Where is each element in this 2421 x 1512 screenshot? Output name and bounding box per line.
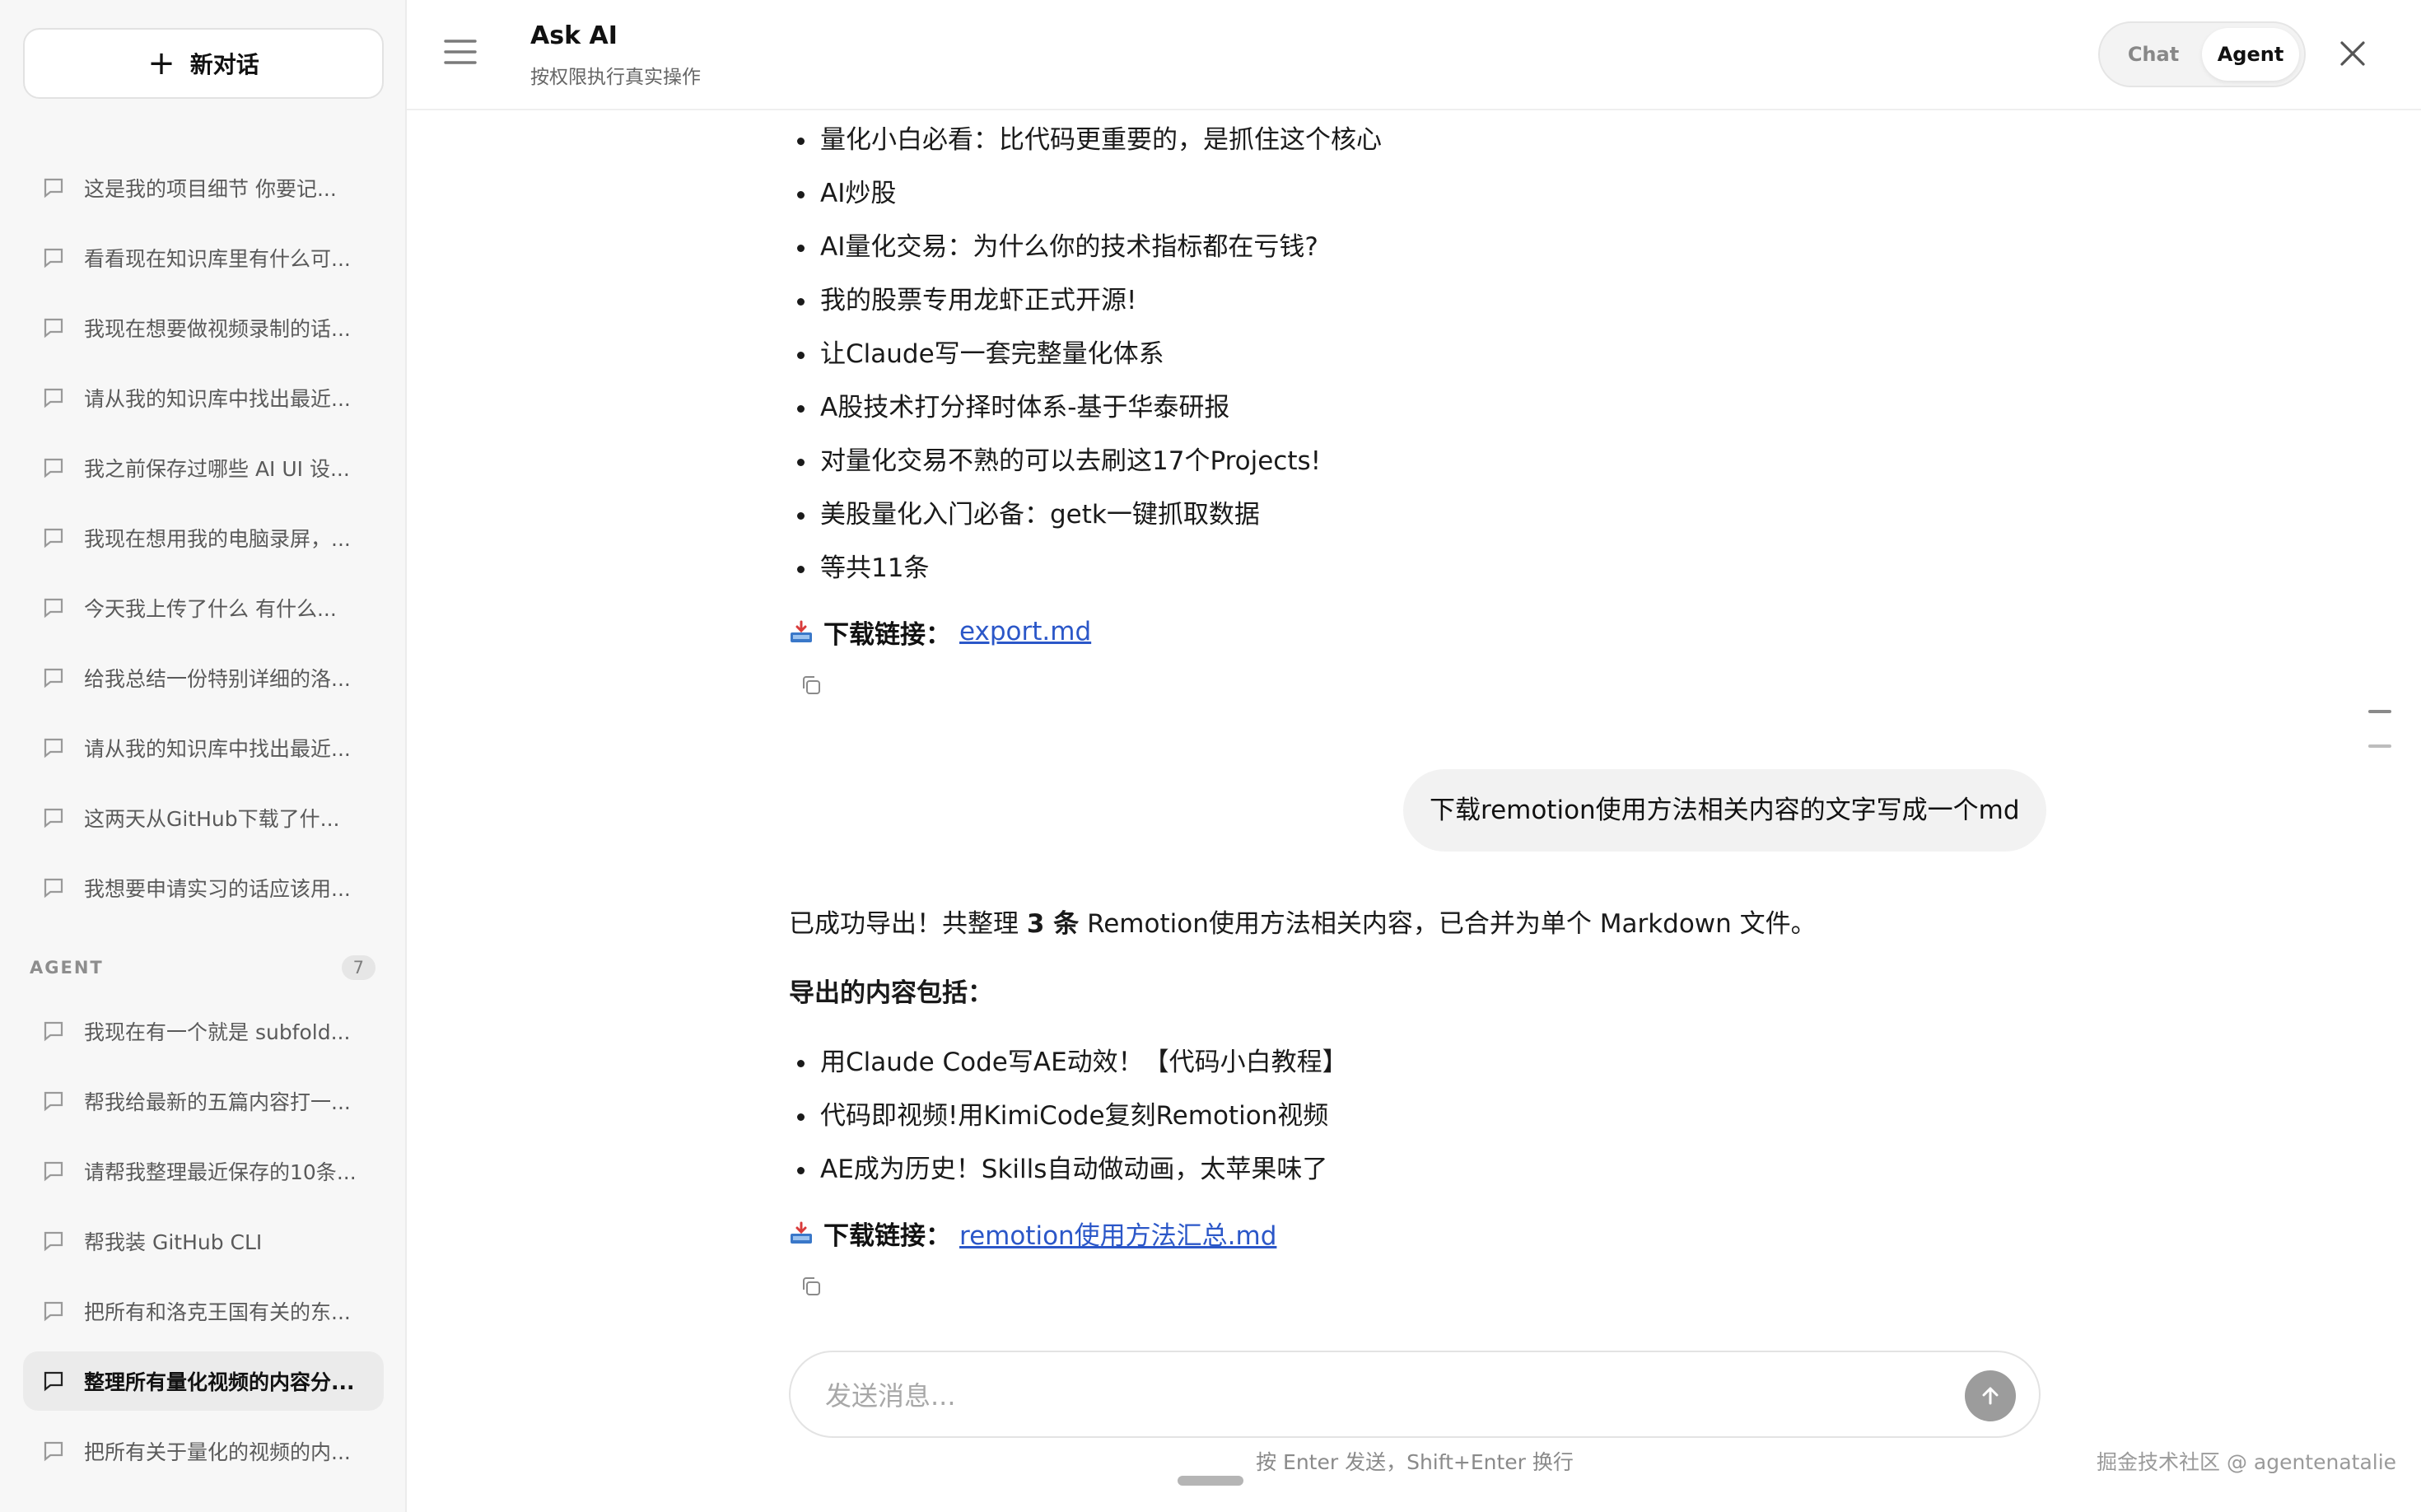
chat-bubble-icon [44, 738, 63, 758]
page-subtitle: 按权限执行真实操作 [530, 67, 701, 88]
agent-section-header: AGENT 7 [30, 955, 376, 980]
list-item: 美股量化入门必备：getk一键抓取数据 [789, 490, 2041, 544]
download-label: 下载链接： [823, 619, 951, 650]
list-item: 代码即视频!用KimiCode复刻Remotion视频 [789, 1091, 1817, 1145]
agent-history-list: 我现在有一个就是 subfold... 帮我给最新的五篇内容打一... 请帮我整… [23, 1001, 384, 1491]
sidebar: + 新对话 这是我的项目细节 你要记... 看看现在知识库里有什么可... 我现… [0, 0, 407, 1512]
agent-history-item[interactable]: 把所有和洛克王国有关的东... [23, 1281, 384, 1341]
copy-button[interactable] [800, 674, 2041, 696]
chat-bubble-icon [44, 1021, 63, 1042]
assistant-reply: 已成功导出！共整理 3 条 Remotion使用方法相关内容，已合并为单个 Ma… [789, 899, 1817, 1297]
mode-chat-button[interactable]: Chat [2105, 28, 2202, 81]
mode-agent-button[interactable]: Agent [2202, 28, 2299, 81]
chat-bubble-icon [44, 458, 63, 478]
export-md-link[interactable]: export.md [959, 617, 1091, 646]
remotion-md-link[interactable]: remotion使用方法汇总.md [959, 1215, 1276, 1252]
plus-icon: + [147, 44, 175, 82]
download-label: 下载链接： [823, 1220, 951, 1251]
chat-bubble-icon [44, 598, 63, 618]
chat-bubble-icon [44, 388, 63, 408]
reply-heading: 导出的内容包括： [789, 978, 993, 1008]
agent-count-badge: 7 [341, 955, 376, 980]
chat-bubble-icon [44, 878, 63, 898]
scroll-indicator[interactable] [2368, 710, 2391, 779]
list-item: AE成为历史！Skills自动做动画，太苹果味了 [789, 1145, 1817, 1198]
arrow-up-icon [1982, 1387, 1999, 1405]
chat-history-item[interactable]: 看看现在知识库里有什么可... [23, 228, 384, 287]
list-item: 让Claude写一套完整量化体系 [789, 329, 2041, 383]
scroll-mark [2368, 744, 2391, 748]
chat-bubble-icon [44, 1231, 63, 1252]
list-item: A股技术打分择时体系-基于华泰研报 [789, 383, 2041, 436]
list-item: 我的股票专用龙虾正式开源! [789, 276, 2041, 329]
chat-bubble-icon [44, 1441, 63, 1462]
download-line: 下载链接： export.md [789, 607, 2041, 656]
chat-bubble-icon [44, 178, 63, 198]
header: Ask AI 按权限执行真实操作 Chat Agent [407, 0, 2421, 110]
list-item: 量化小白必看：比代码更重要的，是抓住这个核心 [789, 115, 2041, 169]
agent-history-item[interactable]: 请帮我整理最近保存的10条... [23, 1141, 384, 1201]
chat-history-item[interactable]: 我现在想用我的电脑录屏，... [23, 508, 384, 567]
list-item: AI量化交易：为什么你的技术指标都在亏钱? [789, 222, 2041, 276]
composer-hint: 按 Enter 发送，Shift+Enter 换行 [1256, 1450, 1574, 1474]
message-composer [789, 1351, 2041, 1438]
list-item: 用Claude Code写AE动效！【代码小白教程】 [789, 1038, 1817, 1091]
conversation: 量化小白必看：比代码更重要的，是抓住这个核心 AI炒股 AI量化交易：为什么你的… [789, 115, 2041, 1295]
menu-icon[interactable] [443, 38, 478, 66]
chat-bubble-icon [44, 1161, 63, 1182]
chat-history-item[interactable]: 我之前保存过哪些 AI UI 设... [23, 438, 384, 497]
chat-history-item[interactable]: 我想要申请实习的话应该用... [23, 858, 384, 917]
chat-bubble-icon [44, 528, 63, 548]
chat-history-item[interactable]: 今天我上传了什么 有什么... [23, 578, 384, 637]
chat-history-item[interactable]: 我现在想要做视频录制的话... [23, 298, 384, 357]
list-item: 等共11条 [789, 544, 2041, 597]
watermark: 掘金技术社区 @ agentenatalie [2097, 1450, 2397, 1474]
chat-history-list: 这是我的项目细节 你要记... 看看现在知识库里有什么可... 我现在想要做视频… [23, 158, 384, 928]
scroll-mark [2368, 710, 2391, 713]
agent-history-item-active[interactable]: 整理所有量化视频的内容分... [23, 1351, 384, 1411]
chat-bubble-icon [44, 808, 63, 828]
chat-bubble-icon [44, 318, 63, 338]
copy-icon [803, 1277, 820, 1295]
new-chat-label: 新对话 [189, 51, 259, 78]
reply-list: 用Claude Code写AE动效！【代码小白教程】 代码即视频!用KimiCo… [789, 1038, 1817, 1198]
list-item: AI炒股 [789, 169, 2041, 222]
resize-handle[interactable] [1178, 1476, 1243, 1486]
new-chat-button[interactable]: + 新对话 [23, 28, 384, 99]
copy-button[interactable] [800, 1276, 1817, 1297]
chat-history-item[interactable]: 给我总结一份特别详细的洛... [23, 648, 384, 707]
list-item: 对量化交易不熟的可以去刷这17个Projects! [789, 436, 2041, 490]
mode-toggle: Chat Agent [2098, 21, 2306, 87]
download-line: 下载链接： remotion使用方法汇总.md [789, 1208, 1817, 1258]
chat-history-item[interactable]: 这是我的项目细节 你要记... [23, 158, 384, 217]
agent-history-item[interactable]: 把所有关于量化的视频的内... [23, 1421, 384, 1481]
chat-bubble-icon [44, 668, 63, 688]
chat-history-item[interactable]: 请从我的知识库中找出最近... [23, 718, 384, 777]
agent-section-label: AGENT [30, 958, 104, 978]
send-button[interactable] [1965, 1370, 2016, 1421]
previous-reply-list: 量化小白必看：比代码更重要的，是抓住这个核心 AI炒股 AI量化交易：为什么你的… [789, 115, 2041, 597]
inbox-tray-icon [791, 620, 812, 642]
copy-icon [803, 676, 820, 694]
chat-bubble-icon [44, 1091, 63, 1112]
chat-bubble-icon [44, 248, 63, 268]
chat-bubble-icon [44, 1371, 63, 1392]
agent-history-item[interactable]: 帮我装 GitHub CLI [23, 1211, 384, 1271]
close-icon[interactable] [2339, 40, 2367, 68]
inbox-tray-icon [791, 1221, 812, 1244]
page-title: Ask AI [530, 21, 618, 50]
agent-history-item[interactable]: 帮我给最新的五篇内容打一... [23, 1071, 384, 1131]
chat-bubble-icon [44, 1301, 63, 1322]
user-message-bubble: 下载remotion使用方法相关内容的文字写成一个md [1403, 769, 2046, 852]
chat-history-item[interactable]: 这两天从GitHub下载了什... [23, 788, 384, 847]
chat-history-item[interactable]: 请从我的知识库中找出最近... [23, 368, 384, 427]
agent-history-item[interactable]: 我现在有一个就是 subfold... [23, 1001, 384, 1061]
message-input[interactable] [823, 1370, 1930, 1421]
reply-intro: 已成功导出！共整理 3 条 Remotion使用方法相关内容，已合并为单个 Ma… [789, 909, 1817, 939]
